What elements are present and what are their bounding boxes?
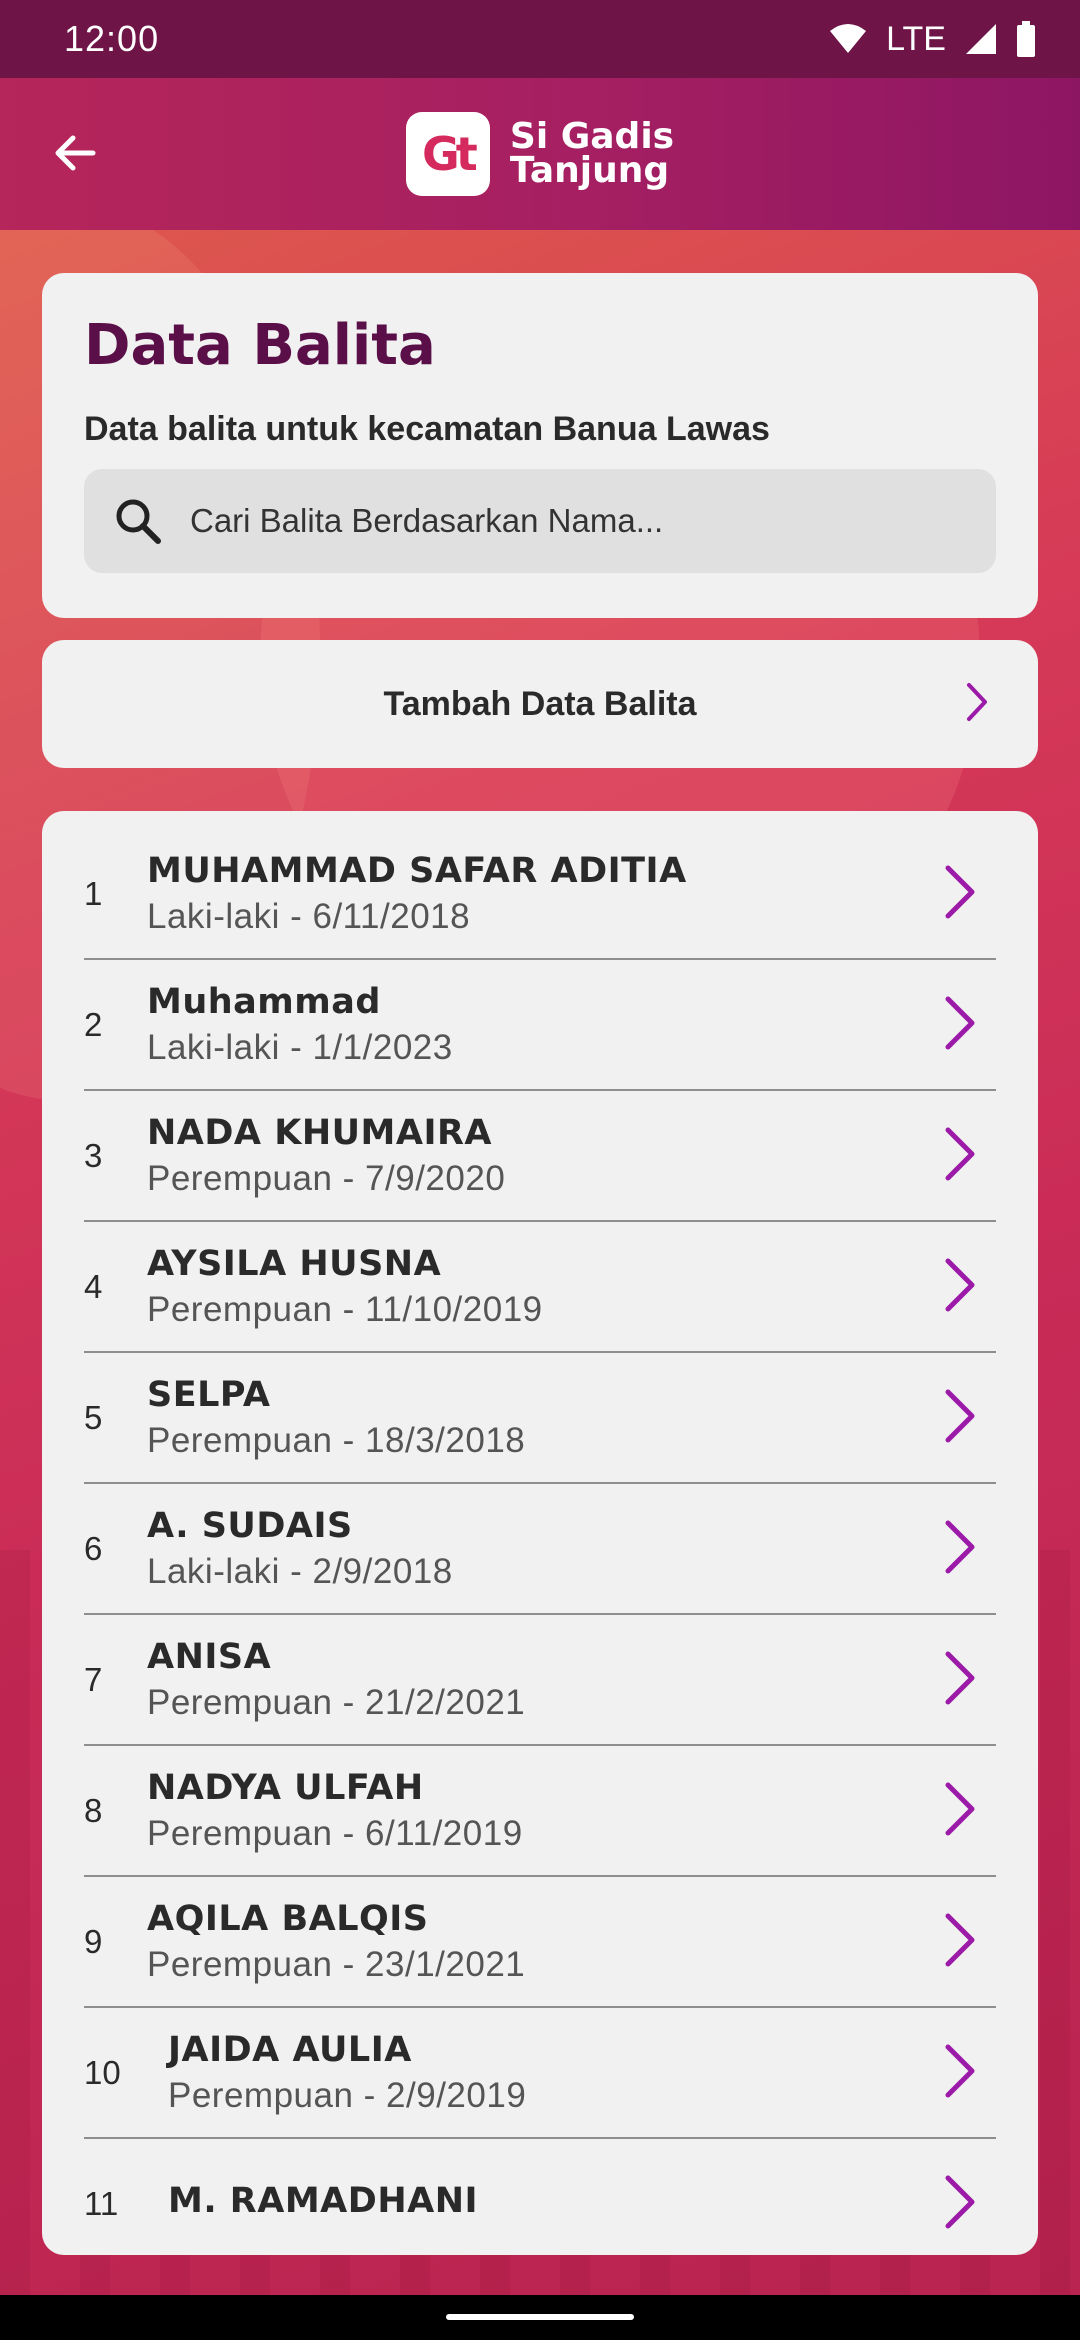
status-icons: LTE xyxy=(828,20,1036,59)
item-name: ANISA xyxy=(147,1636,272,1677)
page-subtitle: Data balita untuk kecamatan Banua Lawas xyxy=(84,410,770,448)
logo-text: Si Gadis Tanjung xyxy=(509,116,675,191)
item-number: 5 xyxy=(84,1398,103,1436)
chevron-right-icon xyxy=(945,1651,975,1705)
item-text: NADYA ULFAH Perempuan - 6/11/2019 xyxy=(147,1768,996,1854)
item-name: A. SUDAIS xyxy=(147,1505,353,1546)
header-card: Data Balita Data balita untuk kecamatan … xyxy=(42,273,1038,618)
chevron-right-icon xyxy=(945,2044,975,2098)
list-item[interactable]: 9 AQILA BALQIS Perempuan - 23/1/2021 xyxy=(84,1877,996,2008)
item-text: AQILA BALQIS Perempuan - 23/1/2021 xyxy=(147,1899,996,1985)
item-number: 11 xyxy=(84,2184,119,2222)
item-name: NADA KHUMAIRA xyxy=(147,1112,493,1153)
list-item[interactable]: 4 AYSILA HUSNA Perempuan - 11/10/2019 xyxy=(84,1222,996,1353)
item-number: 4 xyxy=(84,1267,103,1305)
list-item[interactable]: 7 ANISA Perempuan - 21/2/2021 xyxy=(84,1615,996,1746)
list-item[interactable]: 10 JAIDA AULIA Perempuan - 2/9/2019 xyxy=(84,2008,996,2139)
arrow-left-icon xyxy=(55,135,96,171)
add-data-label: Tambah Data Balita xyxy=(383,684,697,723)
status-bar: 12:00 LTE xyxy=(0,0,1080,78)
logo-line-1: Si Gadis xyxy=(509,116,675,157)
list-item[interactable]: 11 M. RAMADHANI xyxy=(84,2139,996,2255)
list-item[interactable]: 2 Muhammad Laki-laki - 1/1/2023 xyxy=(84,960,996,1091)
chevron-right-icon xyxy=(967,683,987,721)
chevron-right-icon xyxy=(945,1389,975,1443)
item-number: 8 xyxy=(84,1791,103,1829)
item-number: 1 xyxy=(84,874,103,912)
item-text: MUHAMMAD SAFAR ADITIA Laki-laki - 6/11/20… xyxy=(147,851,996,937)
list-item[interactable]: 3 NADA KHUMAIRA Perempuan - 7/9/2020 xyxy=(84,1091,996,1222)
logo-line-2: Tanjung xyxy=(509,150,670,191)
item-gender-dob: Perempuan - 18/3/2018 xyxy=(147,1420,526,1460)
list-item[interactable]: 5 SELPA Perempuan - 18/3/2018 xyxy=(84,1353,996,1484)
item-gender-dob: Laki-laki - 6/11/2018 xyxy=(147,896,471,936)
chevron-right-icon xyxy=(945,1520,975,1574)
item-gender-dob: Laki-laki - 2/9/2018 xyxy=(147,1551,453,1591)
search-icon xyxy=(116,499,161,544)
battery-icon xyxy=(1017,21,1035,57)
item-name: AQILA BALQIS xyxy=(147,1898,429,1939)
item-text: A. SUDAIS Laki-laki - 2/9/2018 xyxy=(147,1506,996,1592)
app-header: Gt Si Gadis Tanjung xyxy=(0,78,1080,230)
wifi-icon xyxy=(830,24,867,53)
item-name: MUHAMMAD SAFAR ADITIA xyxy=(147,850,687,891)
item-number: 2 xyxy=(84,1005,103,1043)
chevron-right-icon xyxy=(945,2175,975,2229)
item-gender-dob: Perempuan - 21/2/2021 xyxy=(147,1682,526,1722)
item-text: M. RAMADHANI xyxy=(168,2181,996,2227)
list-item[interactable]: 1 MUHAMMAD SAFAR ADITIA Laki-laki - 6/11/2… xyxy=(84,829,996,960)
item-gender-dob: Perempuan - 23/1/2021 xyxy=(147,1944,526,1984)
home-indicator[interactable] xyxy=(446,2314,634,2320)
page-title: Data Balita xyxy=(84,313,436,378)
search-input[interactable] xyxy=(190,502,968,540)
item-number: 10 xyxy=(84,2053,121,2091)
item-name: SELPA xyxy=(147,1374,271,1415)
item-name: AYSILA HUSNA xyxy=(147,1243,442,1284)
item-text: ANISA Perempuan - 21/2/2021 xyxy=(147,1637,996,1723)
item-text: AYSILA HUSNA Perempuan - 11/10/2019 xyxy=(147,1244,996,1330)
chevron-right-icon xyxy=(945,996,975,1050)
list-item[interactable]: 6 A. SUDAIS Laki-laki - 2/9/2018 xyxy=(84,1484,996,1615)
chevron-right-icon xyxy=(945,1258,975,1312)
item-number: 9 xyxy=(84,1922,103,1960)
chevron-right-icon xyxy=(945,1913,975,1967)
back-button[interactable] xyxy=(40,118,110,188)
balita-list: 1 MUHAMMAD SAFAR ADITIA Laki-laki - 6/11/2… xyxy=(42,811,1038,2255)
status-time: 12:00 xyxy=(64,18,160,59)
item-gender-dob: Perempuan - 6/11/2019 xyxy=(147,1813,523,1853)
item-gender-dob: Perempuan - 7/9/2020 xyxy=(147,1158,506,1198)
item-gender-dob: Perempuan - 11/10/2019 xyxy=(147,1289,543,1329)
add-data-button[interactable]: Tambah Data Balita xyxy=(42,640,1038,768)
item-name: Muhammad xyxy=(147,981,381,1022)
chevron-right-icon xyxy=(945,865,975,919)
item-gender-dob: Laki-laki - 1/1/2023 xyxy=(147,1027,453,1067)
item-text: SELPA Perempuan - 18/3/2018 xyxy=(147,1375,996,1461)
list-item[interactable]: 8 NADYA ULFAH Perempuan - 6/11/2019 xyxy=(84,1746,996,1877)
network-label: LTE xyxy=(886,19,946,58)
chevron-right-icon xyxy=(945,1127,975,1181)
logo-badge: Gt xyxy=(405,112,490,196)
search-box[interactable] xyxy=(84,469,996,573)
item-name: NADYA ULFAH xyxy=(147,1767,424,1808)
app-logo: Gt Si Gadis Tanjung xyxy=(405,112,675,196)
item-name: JAIDA AULIA xyxy=(168,2029,412,2070)
item-number: 7 xyxy=(84,1660,103,1698)
item-number: 6 xyxy=(84,1529,103,1567)
item-name: M. RAMADHANI xyxy=(168,2180,479,2221)
chevron-right-icon xyxy=(945,1782,975,1836)
item-number: 3 xyxy=(84,1136,103,1174)
item-text: Muhammad Laki-laki - 1/1/2023 xyxy=(147,982,996,1068)
item-text: JAIDA AULIA Perempuan - 2/9/2019 xyxy=(168,2030,996,2116)
signal-icon xyxy=(966,24,996,54)
item-text: NADA KHUMAIRA Perempuan - 7/9/2020 xyxy=(147,1113,996,1199)
item-gender-dob: Perempuan - 2/9/2019 xyxy=(168,2075,527,2115)
